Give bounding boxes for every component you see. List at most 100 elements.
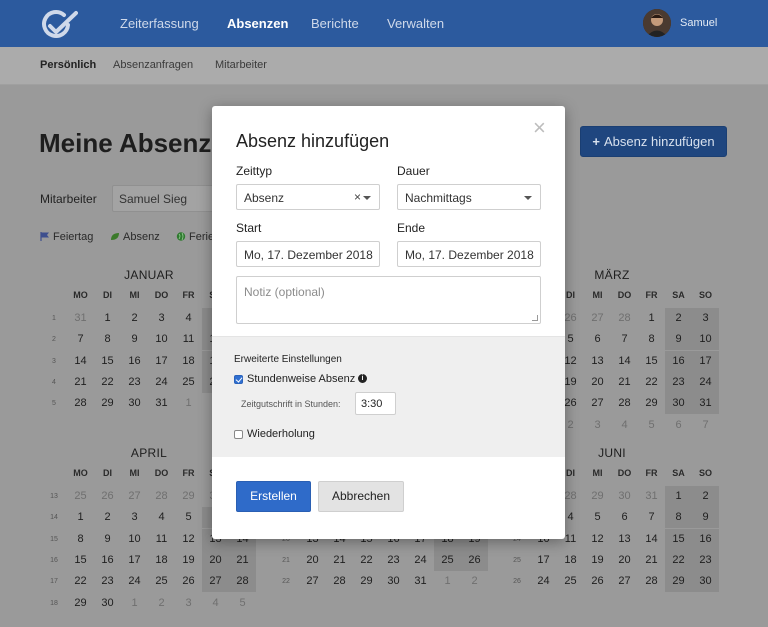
- calendar-day[interactable]: 9: [692, 507, 719, 529]
- calendar-day[interactable]: 5: [229, 593, 256, 614]
- calendar-day[interactable]: 16: [692, 528, 719, 550]
- calendar-day[interactable]: 9: [94, 529, 121, 550]
- calendar-day[interactable]: 29: [638, 393, 665, 414]
- calendar-day[interactable]: 28: [67, 393, 94, 414]
- calendar-day[interactable]: 1: [121, 593, 148, 614]
- calendar-day[interactable]: 19: [175, 550, 202, 571]
- calendar-day[interactable]: 12: [584, 529, 611, 550]
- calendar-day[interactable]: 11: [148, 529, 175, 550]
- calendar-day[interactable]: 27: [584, 308, 611, 329]
- calendar-day[interactable]: 31: [692, 393, 719, 415]
- calendar-day[interactable]: 22: [638, 372, 665, 393]
- calendar-day[interactable]: 11: [175, 329, 202, 350]
- calendar-day[interactable]: 17: [148, 351, 175, 372]
- calendar-day[interactable]: 14: [611, 351, 638, 372]
- calendar-day[interactable]: 6: [665, 415, 692, 436]
- calendar-day[interactable]: 17: [121, 550, 148, 571]
- subnav-item-persoenlich[interactable]: Persönlich: [40, 59, 96, 71]
- calendar-day[interactable]: 21: [326, 550, 353, 571]
- repeat-checkbox[interactable]: [234, 430, 243, 439]
- calendar-day[interactable]: 9: [665, 329, 692, 351]
- calendar-day[interactable]: 1: [665, 486, 692, 507]
- calendar-day[interactable]: 3: [148, 308, 175, 329]
- info-icon[interactable]: i: [358, 374, 367, 383]
- create-button[interactable]: Erstellen: [236, 481, 311, 512]
- subnav-item-absenzanfragen[interactable]: Absenzanfragen: [113, 59, 193, 71]
- add-absence-button[interactable]: + Absenz hinzufügen: [580, 126, 727, 157]
- calendar-day[interactable]: 5: [175, 507, 202, 528]
- calendar-day[interactable]: 20: [584, 372, 611, 393]
- calendar-day[interactable]: 10: [121, 529, 148, 550]
- calendar-day[interactable]: 27: [121, 486, 148, 507]
- calendar-day[interactable]: 26: [461, 549, 488, 571]
- calendar-day[interactable]: 16: [94, 550, 121, 571]
- calendar-day[interactable]: 30: [94, 593, 121, 614]
- calendar-day[interactable]: 12: [175, 529, 202, 550]
- calendar-day[interactable]: 27: [202, 571, 229, 593]
- calendar-day[interactable]: 7: [67, 329, 94, 350]
- calendar-day[interactable]: 4: [202, 593, 229, 614]
- employee-select[interactable]: Samuel Sieg: [112, 185, 222, 212]
- calendar-day[interactable]: 15: [638, 351, 665, 372]
- calendar-day[interactable]: 5: [638, 415, 665, 436]
- calendar-day[interactable]: 24: [692, 371, 719, 393]
- calendar-day[interactable]: 25: [434, 549, 461, 571]
- calendar-day[interactable]: 22: [94, 372, 121, 393]
- calendar-day[interactable]: 31: [407, 571, 434, 592]
- calendar-day[interactable]: 28: [611, 393, 638, 414]
- hourly-absence-label[interactable]: Stundenweise Absenz: [247, 373, 355, 385]
- calendar-day[interactable]: 24: [407, 550, 434, 571]
- calendar-day[interactable]: 18: [175, 351, 202, 372]
- calendar-day[interactable]: 1: [434, 571, 461, 592]
- calendar-day[interactable]: 21: [67, 372, 94, 393]
- close-icon[interactable]: ×: [533, 117, 546, 139]
- end-date-input[interactable]: Mo, 17. Dezember 2018: [397, 241, 541, 267]
- calendar-day[interactable]: 3: [121, 507, 148, 528]
- calendar-day[interactable]: 25: [557, 571, 584, 592]
- calendar-day[interactable]: 21: [611, 372, 638, 393]
- calendar-day[interactable]: 3: [584, 415, 611, 436]
- calendar-day[interactable]: 4: [611, 415, 638, 436]
- calendar-day[interactable]: 24: [530, 571, 557, 592]
- calendar-day[interactable]: 21: [638, 550, 665, 571]
- calendar-day[interactable]: 20: [299, 550, 326, 571]
- calendar-day[interactable]: 26: [94, 486, 121, 507]
- calendar-day[interactable]: 6: [584, 329, 611, 350]
- calendar-day[interactable]: 28: [326, 571, 353, 592]
- calendar-day[interactable]: 4: [148, 507, 175, 528]
- calendar-day[interactable]: 29: [353, 571, 380, 592]
- calendar-day[interactable]: 6: [611, 507, 638, 528]
- nav-item-berichte[interactable]: Berichte: [311, 16, 359, 31]
- calendar-day[interactable]: 29: [665, 571, 692, 593]
- calendar-day[interactable]: 20: [202, 549, 229, 571]
- clear-icon[interactable]: ×: [354, 190, 361, 204]
- calendar-day[interactable]: 4: [175, 308, 202, 329]
- calendar-day[interactable]: 23: [692, 549, 719, 571]
- calendar-day[interactable]: 13: [584, 351, 611, 372]
- calendar-day[interactable]: 2: [121, 308, 148, 329]
- calendar-day[interactable]: 25: [175, 372, 202, 393]
- calendar-day[interactable]: 8: [638, 329, 665, 350]
- nav-item-absenzen[interactable]: Absenzen: [227, 16, 288, 31]
- calendar-day[interactable]: 10: [148, 329, 175, 350]
- calendar-day[interactable]: 23: [380, 550, 407, 571]
- calendar-day[interactable]: 25: [67, 486, 94, 507]
- calendar-day[interactable]: 15: [94, 351, 121, 372]
- hourly-absence-checkbox[interactable]: [234, 375, 243, 384]
- calendar-day[interactable]: 8: [665, 507, 692, 529]
- calendar-day[interactable]: 28: [229, 571, 256, 593]
- calendar-day[interactable]: 30: [692, 571, 719, 593]
- cancel-button[interactable]: Abbrechen: [318, 481, 404, 512]
- calendar-day[interactable]: 19: [584, 550, 611, 571]
- calendar-day[interactable]: 29: [67, 593, 94, 614]
- calendar-day[interactable]: 23: [94, 571, 121, 592]
- calendar-day[interactable]: 29: [94, 393, 121, 414]
- calendar-day[interactable]: 29: [175, 486, 202, 507]
- calendar-day[interactable]: 1: [638, 308, 665, 329]
- calendar-day[interactable]: 1: [67, 507, 94, 528]
- calendar-day[interactable]: 2: [94, 507, 121, 528]
- calendar-day[interactable]: 28: [638, 571, 665, 592]
- time-type-select[interactable]: Absenz ×: [236, 184, 380, 210]
- calendar-day[interactable]: 22: [67, 571, 94, 592]
- calendar-day[interactable]: 24: [121, 571, 148, 592]
